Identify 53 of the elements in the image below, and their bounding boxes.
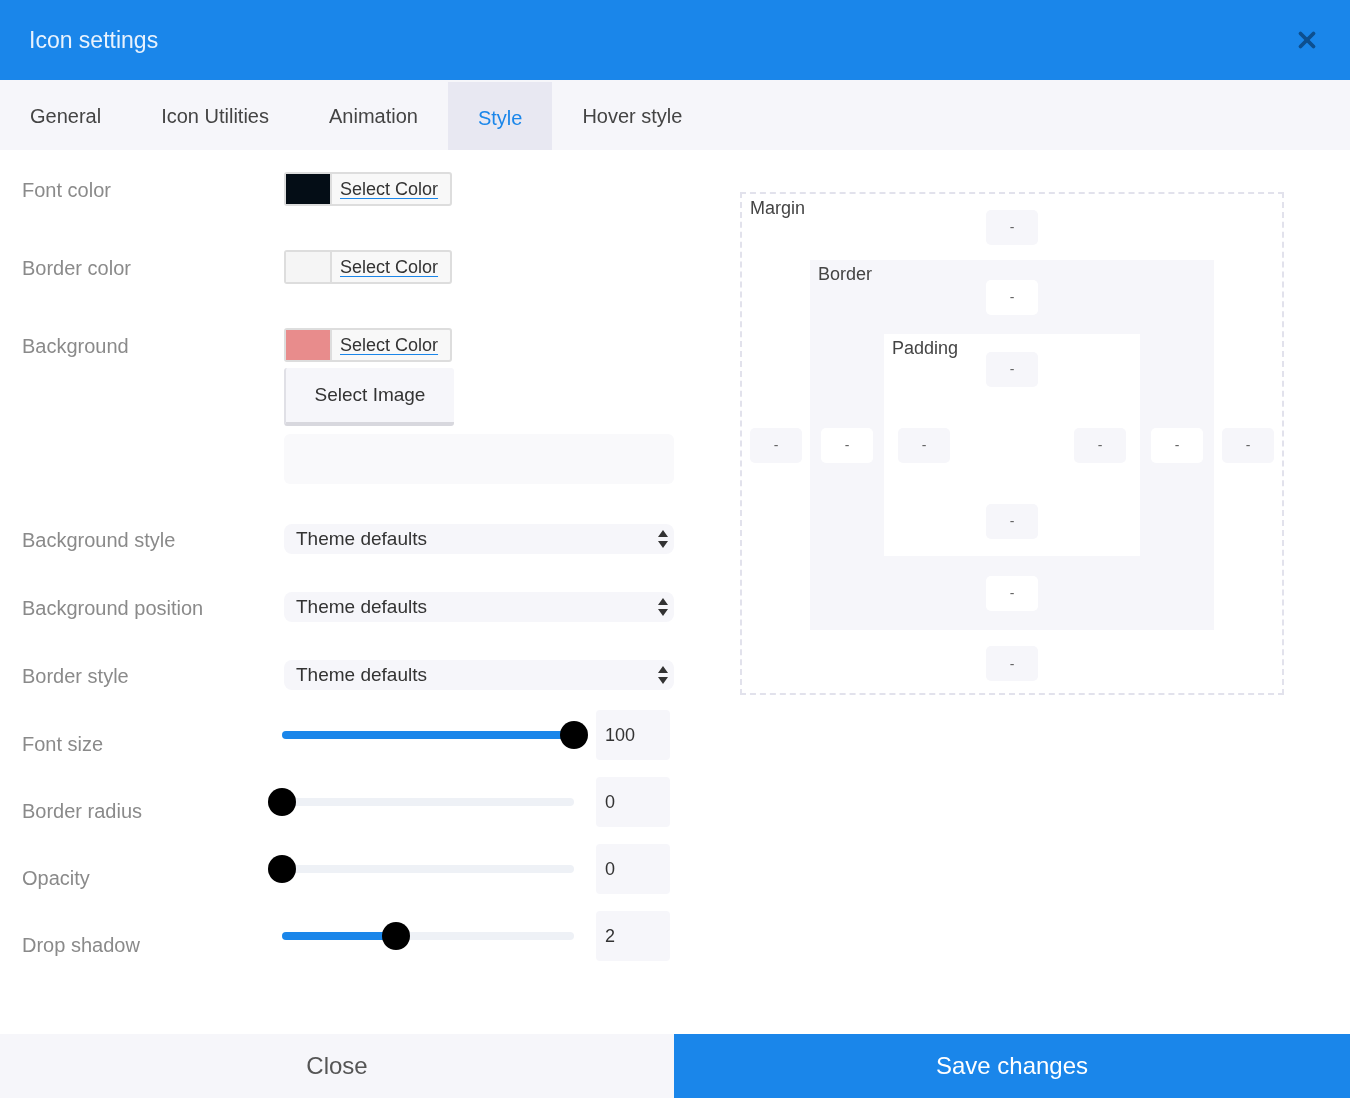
box-value-field[interactable]: - — [1074, 427, 1126, 463]
field-label: Font color — [22, 178, 112, 203]
select-color-link[interactable]: Select Color — [332, 174, 447, 204]
field-label: Border radius — [22, 799, 144, 824]
tab[interactable]: Animation — [298, 82, 448, 150]
save-changes-button[interactable]: Save changes — [674, 1034, 1350, 1098]
tab[interactable]: General — [0, 82, 132, 150]
box-label: Padding — [891, 337, 960, 360]
field-label: Border color — [22, 256, 132, 281]
color-swatch[interactable] — [286, 252, 332, 282]
field-label: Background — [22, 334, 130, 359]
number-field[interactable]: 0 — [596, 777, 670, 827]
select-color-link[interactable]: Select Color — [332, 330, 447, 360]
close-button[interactable]: Close — [0, 1034, 674, 1098]
box-value-field[interactable]: - — [898, 427, 950, 463]
color-swatch[interactable] — [286, 330, 332, 360]
box-value-field[interactable]: - — [750, 427, 802, 463]
select-dropdown[interactable]: Theme defaults — [284, 592, 674, 622]
number-field[interactable]: 100 — [596, 710, 670, 760]
slider-thumb[interactable] — [560, 721, 588, 749]
select-image-button[interactable]: Select Image — [284, 368, 454, 426]
box-label: Border — [817, 263, 874, 286]
select-dropdown[interactable]: Theme defaults — [284, 660, 674, 690]
box-label: Margin — [749, 197, 807, 220]
dialog-title: Icon settings — [29, 26, 159, 54]
field-label: Background style — [22, 528, 177, 553]
box-value-field[interactable]: - — [986, 503, 1038, 539]
box-value-field[interactable]: - — [986, 279, 1038, 315]
box-value-field[interactable]: - — [1151, 427, 1203, 463]
number-field[interactable]: 2 — [596, 911, 670, 961]
tab[interactable]: Hover style — [552, 82, 713, 150]
box-value-field[interactable]: - — [986, 351, 1038, 387]
color-swatch[interactable] — [286, 174, 332, 204]
slider-thumb[interactable] — [268, 855, 296, 883]
updown-caret-icon — [658, 529, 668, 549]
slider-thumb[interactable] — [381, 922, 410, 950]
box-value-field[interactable]: - — [986, 646, 1038, 681]
select-color-link[interactable]: Select Color — [332, 252, 447, 282]
field-label: Border style — [22, 664, 130, 689]
box-value-field[interactable]: - — [821, 427, 873, 463]
field-label: Font size — [22, 732, 105, 757]
field-label: Opacity — [22, 866, 91, 891]
number-field[interactable]: 0 — [596, 844, 670, 894]
select-dropdown[interactable]: Theme defaults — [284, 524, 674, 554]
updown-caret-icon — [658, 597, 668, 617]
box-value-field[interactable]: - — [986, 209, 1038, 245]
tab[interactable]: Icon Utilities — [131, 82, 299, 150]
box-value-field[interactable]: - — [1222, 427, 1274, 463]
slider-thumb[interactable] — [268, 788, 296, 816]
field-label: Drop shadow — [22, 933, 141, 958]
box-value-field[interactable]: - — [986, 575, 1038, 611]
field-label: Background position — [22, 596, 205, 621]
updown-caret-icon — [658, 665, 668, 685]
